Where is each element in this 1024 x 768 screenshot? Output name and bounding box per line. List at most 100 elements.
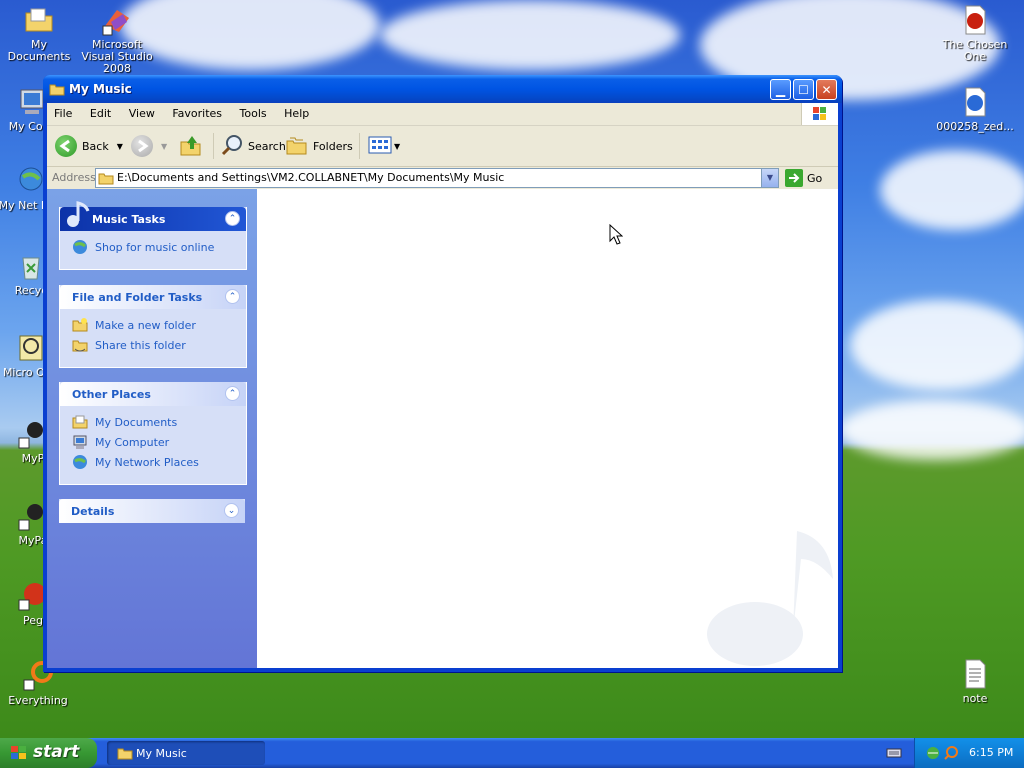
collapse-icon[interactable]: ⌃: [225, 289, 240, 304]
desktop-icon-the-chosen-one[interactable]: The Chosen One: [936, 4, 1014, 63]
visual-studio-icon: [101, 4, 133, 36]
start-button[interactable]: start: [0, 738, 97, 768]
forward-arrow-icon: [131, 135, 153, 157]
make-new-folder-link[interactable]: Make a new folder: [72, 315, 246, 335]
file-folder-tasks-header[interactable]: File and Folder Tasks ⌃: [60, 285, 246, 309]
close-button[interactable]: ✕: [816, 79, 837, 100]
clock[interactable]: 6:15 PM: [969, 746, 1013, 759]
music-tasks-title: Music Tasks: [92, 213, 166, 226]
toolbar: Back ▼ ▼ Search Folders ▼: [47, 126, 838, 167]
desktop-icon-label: 000258_zed...: [936, 120, 1014, 133]
folder-icon: [117, 746, 133, 763]
minimize-button[interactable]: ▁: [770, 79, 791, 100]
folders-icon: [285, 133, 309, 160]
new-folder-icon: [72, 317, 88, 333]
menu-view[interactable]: View: [122, 103, 162, 125]
search-button[interactable]: Search: [213, 133, 286, 159]
explorer-window: My Music ▁ ☐ ✕ File Edit View Favorites …: [43, 75, 842, 672]
windows-logo-icon: [10, 745, 28, 766]
my-documents-link[interactable]: My Documents: [72, 412, 246, 432]
back-button[interactable]: Back ▼: [55, 133, 123, 159]
file-folder-tasks-title: File and Folder Tasks: [72, 291, 203, 304]
music-note-watermark-icon: [705, 519, 838, 668]
desktop-icon-label: Peg: [23, 614, 43, 627]
desktop-icon-my-documents[interactable]: My Documents: [0, 4, 78, 63]
desktop-icon-label: Everything: [8, 694, 68, 707]
address-input[interactable]: E:\Documents and Settings\VM2.COLLABNET\…: [95, 168, 779, 188]
taskbar-button-label: My Music: [136, 747, 187, 760]
link-label: My Computer: [95, 435, 170, 449]
taskbar-button-my-music[interactable]: My Music: [107, 741, 265, 765]
expand-icon[interactable]: ⌄: [224, 503, 239, 518]
shop-for-music-online-link[interactable]: Shop for music online: [72, 237, 246, 257]
desktop-icon-000258-zed[interactable]: 000258_zed...: [936, 86, 1014, 133]
address-dropdown-button[interactable]: ▼: [761, 169, 778, 187]
keyboard-icon[interactable]: [886, 747, 902, 762]
music-tasks-header[interactable]: Music Tasks ⌃: [60, 201, 246, 231]
music-tasks-panel: Music Tasks ⌃ Shop for music online: [59, 201, 247, 270]
start-label: start: [33, 742, 80, 762]
chevron-down-icon[interactable]: ▼: [394, 142, 400, 151]
my-computer-link[interactable]: My Computer: [72, 432, 246, 452]
details-title: Details: [71, 505, 115, 518]
details-header[interactable]: Details ⌄: [59, 499, 245, 523]
other-places-panel: Other Places ⌃ My Documents My Computer …: [59, 382, 247, 485]
menu-edit[interactable]: Edit: [83, 103, 118, 125]
link-label: My Network Places: [95, 455, 199, 469]
chevron-down-icon[interactable]: ▼: [161, 142, 167, 151]
address-value: E:\Documents and Settings\VM2.COLLABNET\…: [117, 171, 505, 184]
search-tray-icon[interactable]: [943, 745, 959, 764]
window-title: My Music: [69, 82, 132, 96]
menu-file[interactable]: File: [47, 103, 79, 125]
taskbar: start My Music 6:15 PM: [0, 738, 1024, 768]
network-tray-icon[interactable]: [925, 745, 941, 764]
windows-logo-icon: [801, 103, 838, 125]
folder-documents-icon: [23, 4, 55, 36]
back-arrow-icon: [55, 135, 77, 157]
title-bar[interactable]: My Music ▁ ☐ ✕: [43, 75, 842, 103]
collapse-icon[interactable]: ⌃: [225, 386, 240, 401]
desktop-icon-note[interactable]: note: [936, 658, 1014, 705]
folders-button[interactable]: Folders: [285, 133, 353, 159]
file-list-area[interactable]: [257, 189, 838, 668]
desktop-icon-label: My Documents: [7, 38, 71, 63]
other-places-header[interactable]: Other Places ⌃: [60, 382, 246, 406]
go-label: Go: [807, 171, 823, 185]
other-places-title: Other Places: [72, 388, 151, 401]
chevron-down-icon[interactable]: ▼: [117, 142, 123, 151]
folder-icon: [49, 82, 65, 99]
menu-help[interactable]: Help: [277, 103, 316, 125]
menu-favorites[interactable]: Favorites: [165, 103, 229, 125]
collapse-icon[interactable]: ⌃: [225, 211, 240, 226]
views-button[interactable]: ▼: [359, 133, 400, 159]
close-icon: ✕: [821, 83, 832, 97]
menu-bar: File Edit View Favorites Tools Help: [47, 103, 838, 126]
my-computer-icon: [72, 434, 88, 450]
globe-icon: [72, 239, 88, 255]
desktop-icon-visual-studio[interactable]: Microsoft Visual Studio 2008: [78, 4, 156, 75]
other-places-body: My Documents My Computer My Network Plac…: [60, 406, 246, 478]
maximize-icon: ☐: [798, 83, 809, 97]
music-tasks-body: Shop for music online: [60, 231, 246, 263]
my-network-places-link[interactable]: My Network Places: [72, 452, 246, 472]
go-arrow-icon: [785, 169, 803, 187]
media-file-icon: [959, 4, 991, 36]
forward-button[interactable]: ▼: [131, 133, 167, 159]
explorer-content: Music Tasks ⌃ Shop for music online File…: [47, 189, 838, 668]
link-label: Shop for music online: [95, 240, 215, 254]
minimize-icon: ▁: [775, 83, 786, 97]
share-folder-icon: [72, 337, 88, 353]
file-folder-tasks-panel: File and Folder Tasks ⌃ Make a new folde…: [59, 285, 247, 368]
go-button[interactable]: Go: [785, 168, 822, 188]
up-folder-button[interactable]: [179, 133, 203, 159]
mouse-cursor-icon: [609, 223, 624, 249]
network-places-icon: [72, 454, 88, 470]
share-this-folder-link[interactable]: Share this folder: [72, 335, 246, 355]
maximize-button[interactable]: ☐: [793, 79, 814, 100]
back-label: Back: [82, 139, 109, 153]
up-folder-icon: [179, 133, 203, 160]
folders-label: Folders: [313, 139, 353, 153]
text-file-icon: [959, 658, 991, 690]
menu-tools[interactable]: Tools: [233, 103, 274, 125]
link-label: Make a new folder: [95, 318, 196, 332]
